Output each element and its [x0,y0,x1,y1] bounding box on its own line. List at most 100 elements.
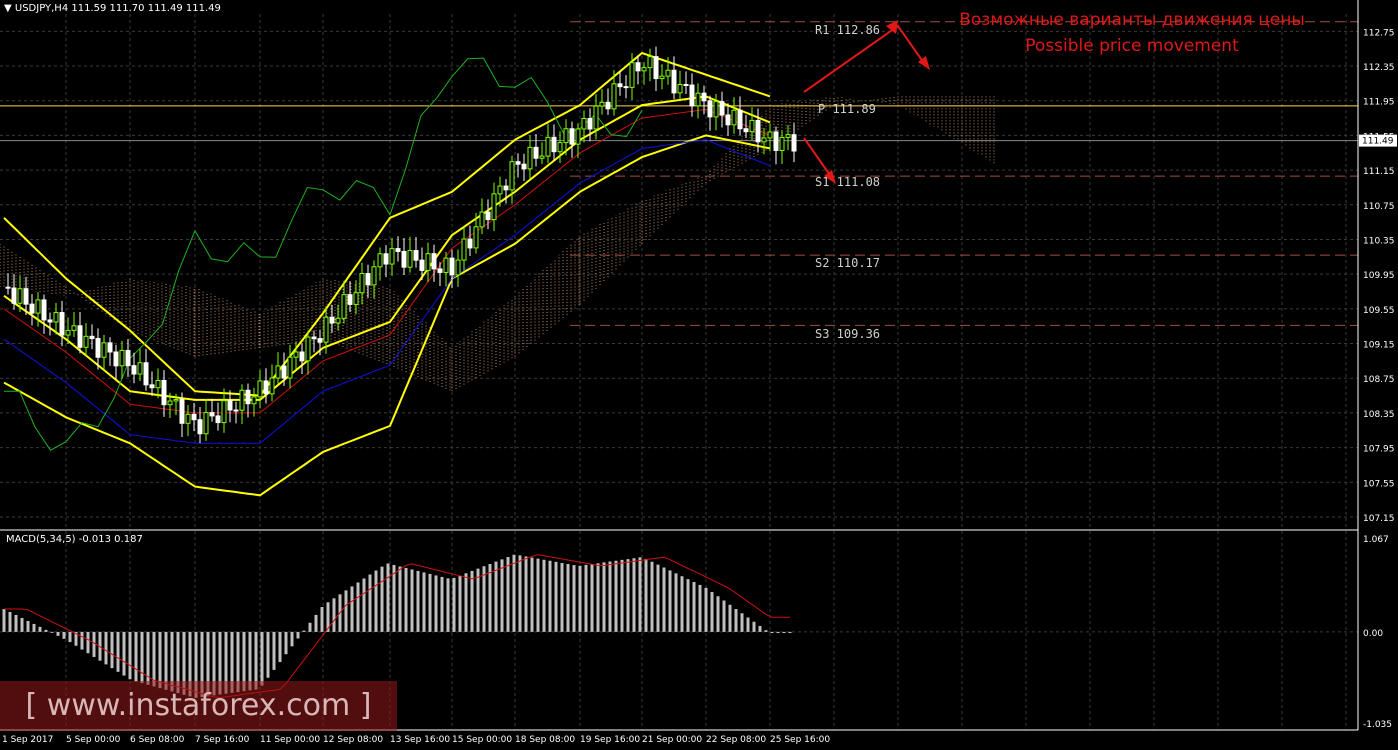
price-tick: 109.95 [1363,271,1395,281]
time-tick: 11 Sep 00:00 [260,735,320,745]
candle-body [413,250,419,261]
candle-body [563,128,569,144]
level-label-s3: S3 109.36 [815,327,881,341]
candle-body [683,83,689,86]
candle-body [707,100,713,118]
candle-body [179,399,185,424]
candle-body [653,56,659,80]
candle-body [251,396,257,405]
annotation-en: Possible price movement [1025,36,1239,56]
price-tick: 111.15 [1363,167,1395,177]
macd-tick: 1.067 [1363,535,1389,545]
candle-body [5,286,11,289]
price-tick: 108.75 [1363,375,1395,385]
candle-body [155,379,161,389]
candle-body [185,413,191,424]
candle-body [587,117,593,130]
candle-body [647,56,653,69]
candle-body [659,75,665,80]
candle-body [11,287,17,304]
candle-body [749,119,755,133]
symbol-header: ▼ USDJPY,H4 111.59 111.70 111.49 111.49 [4,3,221,14]
macd-header: MACD(5,34,5) -0.013 0.187 [6,534,143,545]
candle-body [305,336,311,362]
candle-body [245,389,251,405]
candle-body [221,400,227,424]
candle-body [677,83,683,94]
candle-body [203,412,209,435]
candle-body [275,365,281,379]
candle-body [197,419,203,435]
candle-body [599,101,605,107]
level-label-s1: S1 111.08 [815,175,881,189]
candle-body [437,268,443,273]
candle-body [161,379,167,406]
candle-body [125,349,131,367]
candle-body [191,413,197,421]
candle-body [371,266,377,286]
level-label-r1: R1 112.86 [815,23,881,37]
candle-body [335,317,341,324]
candle-body [449,257,455,276]
price-tick: 107.95 [1363,445,1395,455]
time-tick: 1 Sep 2017 [2,735,53,745]
grid [0,14,1358,730]
candle-body [281,365,287,379]
candle-body [71,325,77,331]
candle-body [419,259,425,271]
price-tick: 107.15 [1363,514,1395,524]
time-tick: 5 Sep 00:00 [66,735,121,745]
candle-body [443,257,449,273]
candle-body [41,299,47,321]
candle-body [173,399,179,402]
candle-body [29,303,35,314]
candle-body [107,342,113,353]
candle-body [209,412,215,417]
candle-body [293,351,299,358]
candle-body [65,329,71,336]
candle-body [527,146,533,170]
candle-body [785,134,791,138]
candle-body [629,62,635,88]
macd-tick: -1.035 [1363,720,1392,730]
candle-body [47,319,53,323]
price-chart[interactable]: 112.75112.35111.95111.55111.15110.75110.… [0,0,1398,750]
candle-body [23,288,29,305]
candle-body [755,119,761,143]
candle-body [119,349,125,367]
time-tick: 12 Sep 08:00 [323,735,383,745]
candle-body [425,253,431,271]
watermark: [ www.instaforex.com ] [0,681,397,731]
current-price-label: 111.49 [1362,137,1394,147]
candle-body [557,142,563,153]
candle-body [83,335,89,348]
price-tick: 108.35 [1363,410,1395,420]
candle-body [317,338,323,343]
candle-body [485,211,491,221]
candle-body [689,84,695,107]
candle-body [239,389,245,411]
arrow-down-path [803,137,833,179]
candle-body [581,117,587,130]
price-tick: 110.35 [1363,236,1395,246]
candle-body [473,226,479,249]
candle-body [401,250,407,268]
time-tick: 21 Sep 00:00 [642,735,702,745]
candle-body [149,384,155,389]
candle-body [635,62,641,72]
level-label-p: P 111.89 [818,102,876,116]
menu-triangle-icon[interactable]: ▼ [4,3,12,14]
candle-body [461,238,467,261]
candle-body [377,253,383,268]
candle-body [227,400,233,411]
candle-body [701,92,707,102]
candle-body [731,109,737,126]
candle-body [233,409,239,412]
candle-body [35,299,41,314]
candle-body [311,336,317,340]
candle-body [59,312,65,336]
candle-body [263,380,269,395]
candle-body [341,294,347,319]
candle-body [383,253,389,265]
price-tick: 110.75 [1363,202,1395,212]
